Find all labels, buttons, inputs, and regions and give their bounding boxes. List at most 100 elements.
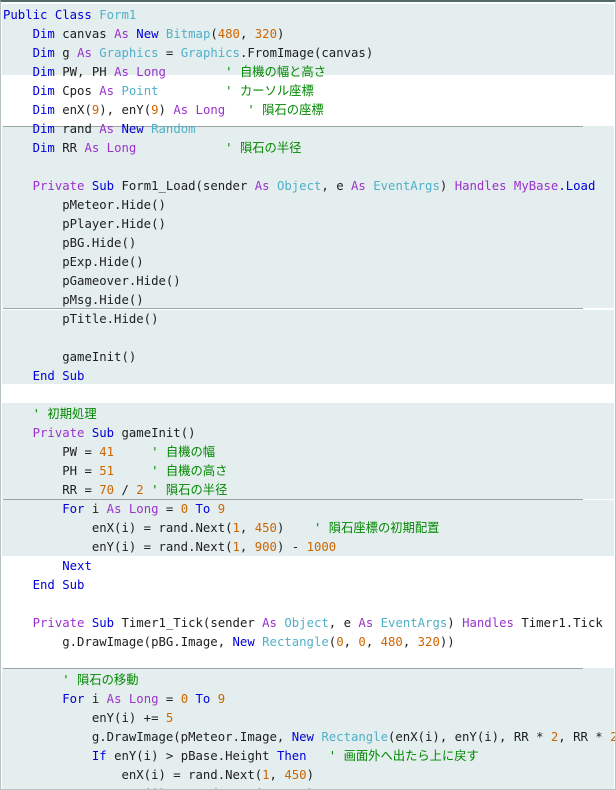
- token-typ: EventArgs: [380, 616, 448, 630]
- token-num: 450: [254, 521, 277, 535]
- code-line[interactable]: pMeteor.Hide(): [1, 196, 615, 215]
- code-line[interactable]: Next: [1, 557, 615, 576]
- token-num: 1: [232, 540, 240, 554]
- code-line[interactable]: For i As Long = 0 To 9: [1, 500, 615, 519]
- token-op: [136, 141, 225, 155]
- code-line[interactable]: End Sub: [1, 367, 615, 386]
- token-ident: )): [439, 635, 455, 649]
- code-line[interactable]: RR = 70 / 2 ' 隕石の半径: [1, 481, 615, 500]
- code-line[interactable]: Dim g As Graphics = Graphics.FromImage(c…: [1, 44, 615, 63]
- code-line[interactable]: ' 初期処理: [1, 405, 615, 424]
- token-cmt: ' 隕石の半径: [225, 141, 302, 155]
- token-kw2: As: [254, 179, 277, 193]
- token-kw2: Private: [32, 179, 92, 193]
- token-ident: ): [447, 616, 463, 630]
- token-ident: ): [158, 103, 174, 117]
- token-kw: Then: [276, 749, 307, 763]
- code-line[interactable]: [1, 386, 615, 405]
- code-line[interactable]: pBG.Hide(): [1, 234, 615, 253]
- token-ident: pGameover.Hide(): [62, 274, 181, 288]
- code-line[interactable]: g.DrawImage(pBG.Image, New Rectangle(0, …: [1, 633, 615, 652]
- code-line[interactable]: ' 隕石の移動: [1, 671, 615, 690]
- token-op: [114, 464, 151, 478]
- token-num: 51: [99, 464, 115, 478]
- code-line[interactable]: gameInit(): [1, 348, 615, 367]
- token-kw: New: [232, 635, 263, 649]
- code-line[interactable]: [1, 595, 615, 614]
- code-line[interactable]: If enY(i) > pBase.Height Then ' 画面外へ出たら上…: [1, 747, 615, 766]
- token-ident: ,: [402, 635, 418, 649]
- token-kw: New: [291, 730, 322, 744]
- code-line[interactable]: enX(i) = rand.Next(1, 450): [1, 766, 615, 785]
- token-num: 9: [217, 502, 226, 516]
- token-op: (: [210, 27, 218, 41]
- code-line[interactable]: [1, 652, 615, 671]
- token-ident: pTitle.Hide(): [62, 312, 159, 326]
- token-op: [284, 521, 314, 535]
- token-num: 0: [358, 635, 366, 649]
- code-line[interactable]: End Sub: [1, 576, 615, 595]
- code-line[interactable]: pGameover.Hide(): [1, 272, 615, 291]
- token-num: 480: [380, 635, 403, 649]
- code-line[interactable]: Private Sub gameInit(): [1, 424, 615, 443]
- code-line[interactable]: [1, 329, 615, 348]
- code-line[interactable]: Private Sub Timer1_Tick(sender As Object…: [1, 614, 615, 633]
- code-line[interactable]: pMsg.Hide(): [1, 291, 615, 310]
- token-ident: Cpos: [62, 84, 100, 98]
- code-line[interactable]: Dim canvas As New Bitmap(480, 320): [1, 25, 615, 44]
- token-typ: Form1: [99, 8, 137, 22]
- token-ident: RR: [62, 141, 85, 155]
- token-kw2: Handles: [462, 616, 522, 630]
- code-listing-viewer[interactable]: Public Class Form1 Dim canvas As New Bit…: [0, 0, 616, 790]
- token-ident: i: [91, 692, 107, 706]
- token-cmt: ' 初期処理: [32, 407, 97, 421]
- code-line[interactable]: Dim Cpos As Point ' カーソル座標: [1, 82, 615, 101]
- code-line[interactable]: enX(i) = rand.Next(1, 450) ' 隕石座標の初期配置: [1, 519, 615, 538]
- token-kw: Dim: [32, 84, 63, 98]
- token-num: 2: [610, 730, 615, 744]
- code-line[interactable]: enY(i) += 5: [1, 709, 615, 728]
- code-line[interactable]: Public Class Form1: [1, 6, 615, 25]
- token-cmt: ' 自機の幅と高さ: [225, 65, 327, 79]
- code-line[interactable]: Dim RR As Long ' 隕石の半径: [1, 139, 615, 158]
- code-line[interactable]: enY(i) = rand.Next(1, 300) - 400: [1, 785, 615, 789]
- token-ident: PH =: [62, 464, 100, 478]
- token-kw: Sub: [91, 616, 122, 630]
- token-num: 41: [99, 445, 115, 459]
- code-line[interactable]: PW = 41 ' 自機の幅: [1, 443, 615, 462]
- token-typ: Object: [284, 616, 329, 630]
- token-kw: End Sub: [32, 369, 85, 383]
- token-typ: Graphics: [99, 46, 166, 60]
- token-op: [225, 103, 247, 117]
- token-kw: .Load: [558, 179, 596, 193]
- token-num: 70: [99, 483, 115, 497]
- code-line[interactable]: PH = 51 ' 自機の高さ: [1, 462, 615, 481]
- token-ident: PW, PH: [62, 65, 115, 79]
- token-kw: To: [188, 692, 218, 706]
- code-line[interactable]: Dim PW, PH As Long ' 自機の幅と高さ: [1, 63, 615, 82]
- code-line[interactable]: g.DrawImage(pMeteor.Image, New Rectangle…: [1, 728, 615, 747]
- code-line[interactable]: Private Sub Form1_Load(sender As Object,…: [1, 177, 615, 196]
- code-line[interactable]: Dim enX(9), enY(9) As Long ' 隕石の座標: [1, 101, 615, 120]
- token-ident: pPlayer.Hide(): [62, 217, 166, 231]
- token-kw2: Handles MyBase: [454, 179, 559, 193]
- code-line[interactable]: pPlayer.Hide(): [1, 215, 615, 234]
- code-line[interactable]: enY(i) = rand.Next(1, 900) - 1000: [1, 538, 615, 557]
- code-line[interactable]: For i As Long = 0 To 9: [1, 690, 615, 709]
- token-ident: canvas: [62, 27, 115, 41]
- code-line[interactable]: [1, 158, 615, 177]
- code-line[interactable]: Dim rand As New Random: [1, 120, 615, 139]
- code-line[interactable]: pExp.Hide(): [1, 253, 615, 272]
- code-line[interactable]: pTitle.Hide(): [1, 310, 615, 329]
- code-text-area[interactable]: Public Class Form1 Dim canvas As New Bit…: [1, 2, 615, 789]
